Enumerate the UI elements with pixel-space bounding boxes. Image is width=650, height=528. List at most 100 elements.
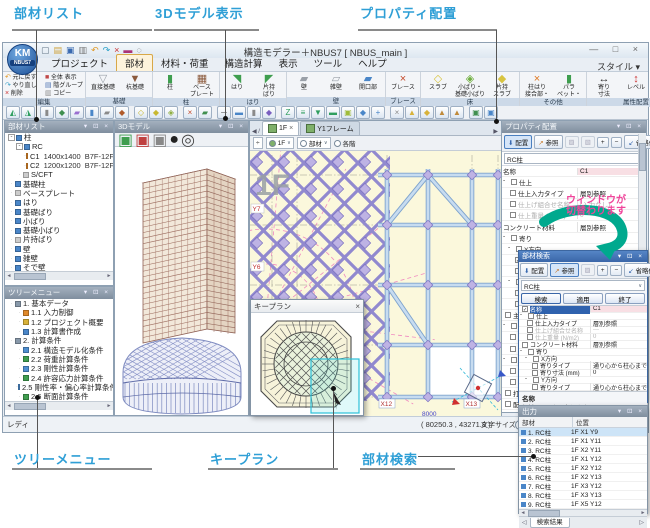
column-member[interactable]: 部材 [519, 417, 573, 427]
tree-menu-title-bar[interactable]: ツリーメニュー ▾ ⊡ × [5, 287, 113, 299]
remove-row-button[interactable]: − [610, 265, 622, 276]
row-checkbox[interactable] [510, 201, 516, 207]
view-green-icon[interactable]: ▣ [118, 130, 133, 150]
keyplan-drawing[interactable] [251, 313, 363, 414]
row-checkbox[interactable] [527, 327, 533, 333]
ribbon-button-柱はり接合部・[interactable]: ×柱はり 接合部・ [522, 73, 552, 98]
tab-scroll-left-icon[interactable]: ◁ [519, 519, 530, 526]
row-checkbox[interactable] [532, 370, 538, 376]
row-checkbox[interactable] [505, 312, 511, 318]
member-shortcut-icon[interactable]: × [183, 106, 197, 119]
output-row[interactable]: 9. RC柱1F X5 Y12 [519, 500, 647, 509]
member-type-combo[interactable]: RC柱∨ [504, 153, 644, 164]
row-checkbox[interactable] [532, 384, 538, 390]
ribbon-button-ブレース[interactable]: ×ブレース [388, 73, 418, 92]
member-shortcut-icon[interactable]: ▬ [232, 106, 246, 119]
row-checkbox[interactable] [511, 235, 517, 241]
ribbon-button-小ばり・基礎小ばり[interactable]: ◈小ばり・ 基礎小ばり [455, 73, 485, 98]
compass-icon[interactable]: ◎ [181, 130, 195, 150]
panel-buttons-icon[interactable]: ▾ ⊡ × [617, 121, 643, 133]
member-shortcut-icon[interactable]: ▮ [247, 106, 261, 119]
member-shortcut-icon[interactable]: ◆ [420, 106, 434, 119]
member-list-item[interactable]: ·C21200x1200B7F-12F [5, 161, 113, 170]
ribbon-button-はり[interactable]: ◥はり [222, 73, 252, 92]
row-checkbox[interactable] [528, 313, 534, 319]
menu-tab-表示[interactable]: 表示 [271, 55, 306, 71]
tab-nav-right-icon[interactable]: ▶ [490, 128, 501, 135]
column-position[interactable]: 位置 [573, 417, 589, 427]
reference-button[interactable]: ↗ 参照 [550, 263, 578, 277]
keyplan-title-bar[interactable]: キープラン × [251, 300, 363, 313]
search-type-combo[interactable]: RC柱∨ [521, 280, 645, 291]
member-shortcut-icon[interactable]: + [371, 106, 385, 119]
row-checkbox[interactable] [528, 349, 534, 355]
ribbon-button-パラペット・[interactable]: ▮パラ ペット・ [554, 73, 584, 98]
search-button-検索[interactable]: 検索 [521, 293, 561, 304]
member-shortcut-icon[interactable]: ▲ [435, 106, 449, 119]
row-checkbox[interactable] [533, 377, 539, 383]
row-checkbox[interactable] [510, 346, 516, 352]
reference-button[interactable]: ↗ 参照 [534, 135, 562, 149]
add-row-button[interactable]: + [597, 137, 609, 148]
view-gray-icon[interactable]: ▣ [152, 130, 167, 150]
scale-stepper[interactable]: ÷ [253, 137, 263, 149]
row-checkbox[interactable] [510, 368, 516, 374]
tab-nav-left-icon[interactable]: ◀ / [250, 128, 262, 135]
member-shortcut-icon[interactable]: Z [281, 106, 295, 119]
panel-buttons-icon[interactable]: ▾ ⊡ × [84, 121, 110, 133]
property-row[interactable]: -仕上 [502, 177, 646, 188]
remove-row-button[interactable]: − [611, 137, 623, 148]
mode-select[interactable]: 部材∨ [297, 137, 331, 149]
menu-tab-ヘルプ[interactable]: ヘルプ [350, 55, 395, 71]
row-checkbox[interactable] [522, 342, 528, 348]
member-shortcut-icon[interactable]: ▰ [100, 106, 114, 119]
row-checkbox[interactable] [511, 357, 517, 363]
rotate-icon[interactable]: ● [169, 131, 179, 149]
member-list-item[interactable]: ·ベースプレート [5, 189, 113, 198]
property-title-bar[interactable]: プロパティ配置 ▾ ⊡ × [502, 121, 646, 133]
member-shortcut-icon[interactable]: ≡ [296, 106, 310, 119]
search-button-終了[interactable]: 終了 [605, 293, 645, 304]
member-shortcut-icon[interactable]: × [390, 106, 404, 119]
row-checkbox[interactable] [510, 334, 516, 340]
ribbon-small-全体 表示[interactable]: ■ 全体 表示 [45, 74, 83, 82]
member-list-item[interactable]: ·壁 [5, 245, 113, 254]
menu-tab-部材[interactable]: 部材 [116, 54, 153, 71]
ribbon-button-レベル[interactable]: ↕レベル [621, 73, 650, 92]
app-logo-icon[interactable]: KM NBUS7 [7, 44, 38, 75]
keyplan-close-icon[interactable]: × [355, 302, 360, 311]
ribbon-button-片持ばり[interactable]: ◤片持 ばり [254, 73, 284, 98]
member-shortcut-icon[interactable]: ◆ [55, 106, 69, 119]
plan-tab-1F[interactable]: 1F× [262, 121, 299, 135]
menu-tab-ツール[interactable]: ツール [306, 55, 351, 71]
member-shortcut-icon[interactable]: ▣ [341, 106, 355, 119]
member-list-item[interactable]: ·片持ばり [5, 235, 113, 244]
row-checkbox[interactable] [532, 363, 538, 369]
member-shortcut-icon[interactable]: ▬ [326, 106, 340, 119]
row-checkbox[interactable] [510, 190, 516, 196]
row-checkbox[interactable] [511, 323, 517, 329]
member-shortcut-icon[interactable]: ▰ [70, 106, 84, 119]
member-shortcut-icon[interactable]: ▮ [40, 106, 54, 119]
ribbon-small-階グループ[interactable]: ▤ 階グループ [45, 82, 83, 90]
menu-tab-プロジェクト[interactable]: プロジェクト [43, 55, 116, 71]
member-list-item[interactable]: -柱 [5, 133, 113, 142]
ribbon-small-削除[interactable]: × 削除 [5, 90, 43, 98]
member-shortcut-icon[interactable]: ◆ [356, 106, 370, 119]
row-checkbox[interactable] [511, 179, 517, 185]
menu-tab-材料・荷重[interactable]: 材料・荷重 [153, 55, 217, 71]
view-red-icon[interactable]: ▣ [135, 130, 150, 150]
member-shortcut-icon[interactable]: ◆ [115, 106, 129, 119]
tree-menu-hscrollbar[interactable]: ◄► [5, 401, 113, 410]
member-shortcut-icon[interactable]: ◆ [262, 106, 276, 119]
tab-close-icon[interactable]: × [289, 125, 293, 132]
ribbon-button-ベースプレート[interactable]: ▦ベース プレート [187, 73, 217, 98]
member-list-item[interactable]: ·基礎ばり [5, 207, 113, 216]
row-checkbox[interactable] [533, 356, 539, 362]
member-shortcut-icon[interactable]: ▣ [469, 106, 483, 119]
row-checkbox[interactable]: ✓ [522, 306, 528, 312]
member-shortcut-icon[interactable]: ▼ [311, 106, 325, 119]
ribbon-button-寄り寸法[interactable]: ↔寄り 寸法 [589, 73, 619, 98]
panel-buttons-icon[interactable]: ▾ ⊡ × [219, 121, 245, 133]
member-list-hscrollbar[interactable]: ◄► [5, 271, 113, 280]
